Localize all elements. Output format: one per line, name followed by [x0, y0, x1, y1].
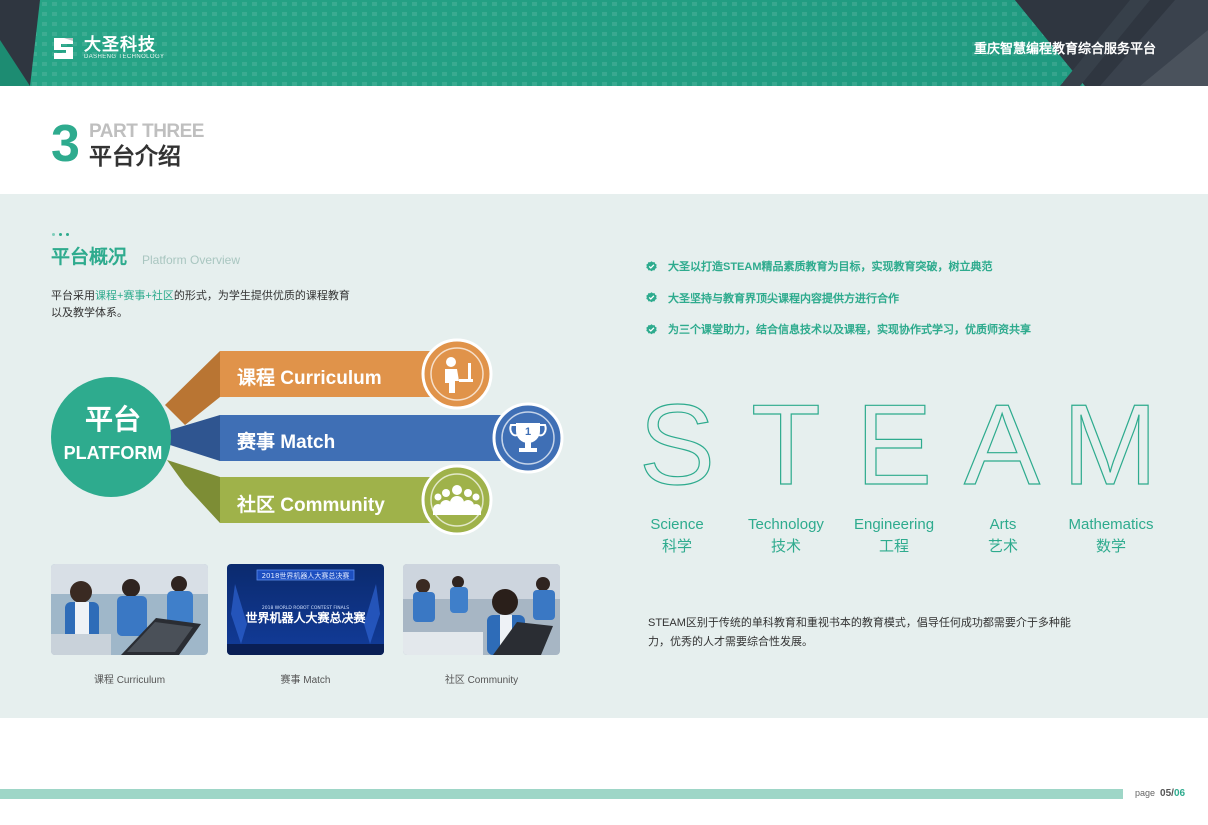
- stage-main-title: 世界机器人大赛总决赛: [245, 610, 366, 625]
- feature-list: 大圣以打造STEAM精品素质教育为目标，实现教育突破，树立典范 大圣坚持与教育界…: [646, 258, 1031, 353]
- company-logo[interactable]: 大圣科技 DASHENG TECHNOLOGY: [50, 35, 164, 62]
- decorative-dots: [52, 233, 69, 236]
- ribbon-label-community: 社区 Community: [237, 495, 385, 516]
- steam-letter-e: E: [856, 388, 932, 488]
- svg-text:1: 1: [525, 426, 531, 438]
- platform-title: 重庆智慧编程教育综合服务平台: [973, 41, 1156, 56]
- steam-letter-a: A: [964, 388, 1040, 488]
- overview-highlight: 课程+赛事+社区: [95, 290, 174, 302]
- footer-bar: [0, 789, 1123, 799]
- section-part-label: PART THREE: [89, 121, 204, 142]
- hub-label-en: PLATFORM: [63, 443, 163, 463]
- check-badge-icon: [646, 292, 657, 303]
- steam-item-technology: Technology 技术: [748, 516, 824, 555]
- steam-item-mathematics: Mathematics 数学: [1068, 516, 1154, 555]
- ribbon-label-match: 赛事 Match: [237, 432, 336, 453]
- feature-item: 大圣坚持与教育界顶尖课程内容提供方进行合作: [646, 290, 1031, 306]
- photo-match[interactable]: 2018世界机器人大赛总决赛 2018 WORLD ROBOT CONTEST …: [227, 564, 384, 655]
- photo-caption-curriculum: 课程 Curriculum: [93, 675, 166, 686]
- platform-diagram: 1 平台 PLATFORM 课程 Curriculum 赛事 Match 社区 …: [45, 335, 575, 540]
- page-header: 大圣科技 DASHENG TECHNOLOGY 重庆智慧编程教育综合服务平台: [0, 0, 1208, 86]
- photo-curriculum[interactable]: [51, 564, 208, 655]
- logo-name-cn: 大圣科技: [84, 35, 156, 54]
- teacher-icon: [421, 338, 493, 410]
- platform-hub[interactable]: [51, 377, 171, 497]
- steam-description: STEAM区别于传统的单科教育和重视书本的教育模式，倡导任何成功都需要介于多种能…: [648, 617, 1071, 648]
- steam-item-science: Science 科学: [650, 516, 704, 555]
- steam-item-arts: Arts 艺术: [987, 516, 1018, 555]
- logo-mark-icon: [54, 38, 73, 59]
- hub-label-cn: 平台: [84, 404, 141, 435]
- logo-name-en: DASHENG TECHNOLOGY: [84, 54, 165, 60]
- page-number: page 05/06: [1135, 788, 1186, 799]
- steam-letter-m: M: [1063, 388, 1158, 488]
- curriculum-photo-image: [51, 564, 208, 655]
- steam-letters: S T E A M: [640, 388, 1158, 488]
- steam-letter-s: S: [640, 388, 715, 488]
- check-badge-icon: [646, 260, 657, 271]
- section-number: 3: [51, 115, 80, 173]
- check-badge-icon: [646, 323, 657, 334]
- overview-subtitle: Platform Overview: [142, 253, 241, 267]
- steam-item-engineering: Engineering 工程: [853, 516, 935, 555]
- steam-letter-t: T: [751, 388, 821, 488]
- trophy-icon: 1: [492, 402, 564, 474]
- feature-item: 为三个课堂助力，结合信息技术以及课程，实现协作式学习，优质师资共享: [646, 321, 1031, 337]
- overview-description: 平台采用课程+赛事+社区的形式，为学生提供优质的课程教育以及教学体系。: [51, 290, 350, 319]
- community-icon: [421, 464, 493, 536]
- photo-community[interactable]: [403, 564, 560, 655]
- current-page: 05: [1160, 788, 1172, 799]
- photo-caption-match: 赛事 Match: [280, 675, 331, 686]
- overview-title: 平台概况: [51, 247, 128, 268]
- community-photo-image: [403, 564, 560, 655]
- photo-caption-community: 社区 Community: [444, 675, 519, 686]
- match-photo-image: 2018世界机器人大赛总决赛 2018 WORLD ROBOT CONTEST …: [227, 564, 384, 655]
- feature-item: 大圣以打造STEAM精品素质教育为目标，实现教育突破，树立典范: [646, 258, 1031, 274]
- stage-top-banner: 2018世界机器人大赛总决赛: [262, 571, 350, 580]
- total-pages: 06: [1173, 788, 1186, 799]
- ribbon-label-curriculum: 课程 Curriculum: [237, 368, 382, 389]
- section-title: 平台介绍: [89, 143, 181, 169]
